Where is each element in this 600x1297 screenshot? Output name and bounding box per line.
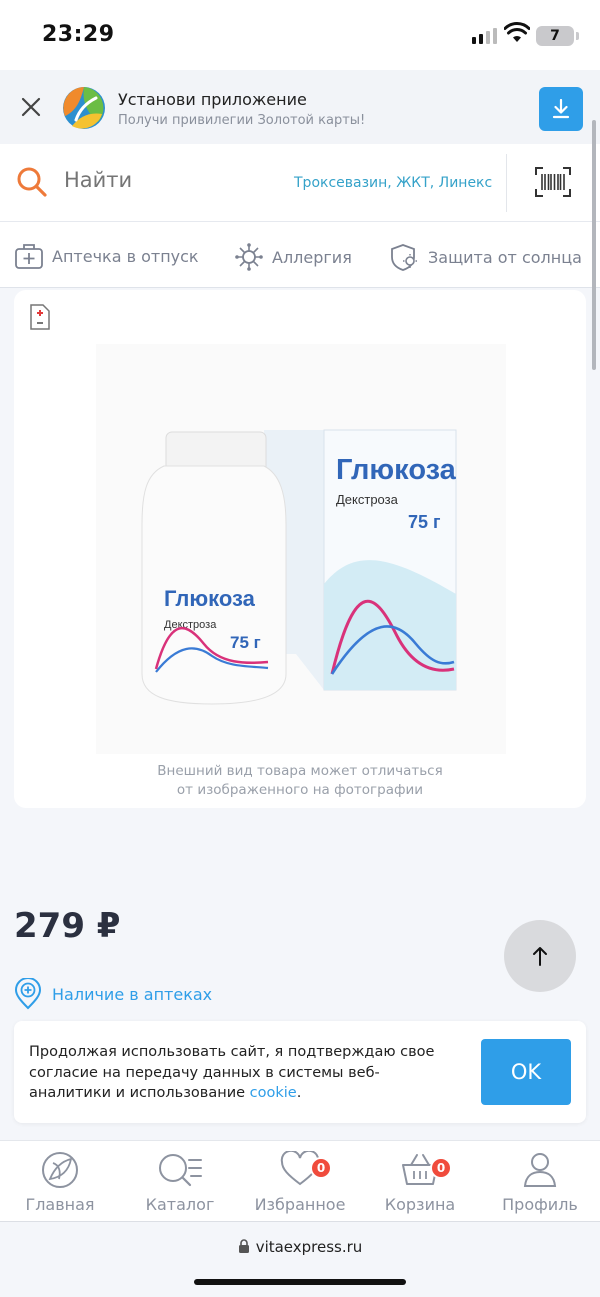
sun-shield-icon [391, 244, 417, 271]
chip-allergy[interactable]: Аллергия [234, 242, 352, 272]
browser-url-bar: vitaexpress.ru [0, 1223, 600, 1297]
lock-icon [238, 1239, 249, 1253]
barcode-scanner-icon[interactable] [534, 166, 572, 198]
wifi-icon [504, 22, 530, 42]
nav-label: Корзина [384, 1195, 456, 1214]
search-icon[interactable] [16, 166, 48, 198]
home-indicator [194, 1279, 406, 1285]
scrollbar[interactable] [592, 120, 596, 370]
product-card: Глюкоза Декстроза 75 г Глюкоза Декстроза… [14, 290, 586, 808]
disclaimer-line-1: Внешний вид товара может отличаться [157, 763, 443, 779]
search-hints[interactable]: Троксевазин, ЖКТ, Линекс [294, 175, 492, 191]
chip-sun-protection[interactable]: Защита от солнца [390, 242, 582, 272]
chip-label: Аллергия [272, 247, 352, 267]
app-logo-icon [63, 87, 105, 129]
battery-level: 7 [550, 28, 560, 44]
leaf-logo-icon [42, 1152, 78, 1188]
bottle-label-weight: 75 г [230, 633, 261, 652]
chip-label: Защита от солнца [428, 247, 582, 267]
glucose-product-illustration: Глюкоза Декстроза 75 г Глюкоза Декстроза… [141, 429, 457, 705]
bottle-label-name: Глюкоза [164, 586, 256, 611]
nav-label: Профиль [502, 1195, 578, 1214]
cookie-text: Продолжая использовать сайт, я подтвержд… [29, 1044, 435, 1101]
product-image-subtitle: Декстроза [336, 492, 399, 507]
close-icon[interactable] [20, 96, 42, 118]
download-app-button[interactable] [539, 87, 583, 131]
cart-badge: 0 [430, 1157, 452, 1179]
favorites-badge: 0 [310, 1157, 332, 1179]
install-app-banner: Установи приложение Получи привилегии Зо… [0, 70, 600, 144]
cookie-ok-button[interactable]: OK [481, 1039, 571, 1105]
scroll-to-top-button[interactable] [504, 920, 576, 992]
bottom-navigation: Главная Каталог 0 Избранное 0 Корзина Пр… [0, 1140, 600, 1222]
bottle-label-subtitle: Декстроза [164, 619, 217, 631]
cookie-text-block: Продолжая использовать сайт, я подтвержд… [29, 1042, 449, 1104]
cookie-link[interactable]: cookie [250, 1085, 297, 1101]
nav-item-cart[interactable]: 0 Корзина [360, 1151, 480, 1214]
product-image-name: Глюкоза [336, 454, 457, 486]
banner-title: Установи приложение [118, 90, 307, 109]
nav-label: Каталог [145, 1195, 215, 1214]
nav-label: Избранное [254, 1195, 346, 1214]
search-bar: Троксевазин, ЖКТ, Линекс [0, 144, 600, 222]
nav-item-home[interactable]: Главная [0, 1151, 120, 1214]
url-text: vitaexpress.ru [255, 1238, 363, 1256]
divider [506, 154, 507, 212]
chip-label: Аптечка в отпуск [52, 246, 199, 266]
cookie-notice: Продолжая использовать сайт, я подтвержд… [14, 1021, 586, 1123]
nav-item-profile[interactable]: Профиль [480, 1151, 600, 1214]
availability-label: Наличие в аптеках [52, 984, 213, 1004]
status-time: 23:29 [42, 22, 115, 47]
nav-label: Главная [25, 1195, 95, 1214]
product-price: 279 ₽ [14, 906, 121, 946]
image-disclaimer: Внешний вид товара может отличаться от и… [14, 762, 586, 800]
cookie-text-end: . [296, 1085, 302, 1101]
url-display[interactable]: vitaexpress.ru [0, 1238, 600, 1256]
profile-icon [523, 1153, 557, 1187]
availability-link[interactable]: Наличие в аптеках [14, 978, 212, 1010]
first-aid-kit-icon [15, 244, 43, 269]
nav-item-favorites[interactable]: 0 Избранное [240, 1151, 360, 1214]
arrow-up-icon [533, 947, 547, 966]
chip-first-aid[interactable]: Аптечка в отпуск [14, 242, 199, 270]
location-pin-plus-icon [14, 978, 42, 1010]
compare-icon[interactable] [30, 304, 50, 330]
catalog-search-icon [159, 1154, 202, 1187]
disclaimer-line-2: от изображенного на фотографии [176, 782, 424, 798]
nav-item-catalog[interactable]: Каталог [120, 1151, 240, 1214]
battery-indicator: 7 [536, 26, 579, 46]
allergy-icon [235, 243, 263, 271]
category-chips: Аптечка в отпуск Аллергия Защита от солн… [0, 222, 600, 288]
status-bar: 23:29 7 [0, 0, 600, 70]
product-image[interactable]: Глюкоза Декстроза 75 г Глюкоза Декстроза… [96, 344, 506, 754]
product-image-weight: 75 г [408, 512, 441, 532]
banner-subtitle: Получи привилегии Золотой карты! [118, 113, 366, 128]
cellular-signal-icon [472, 28, 497, 44]
download-icon [552, 99, 570, 119]
search-input[interactable] [64, 168, 284, 192]
